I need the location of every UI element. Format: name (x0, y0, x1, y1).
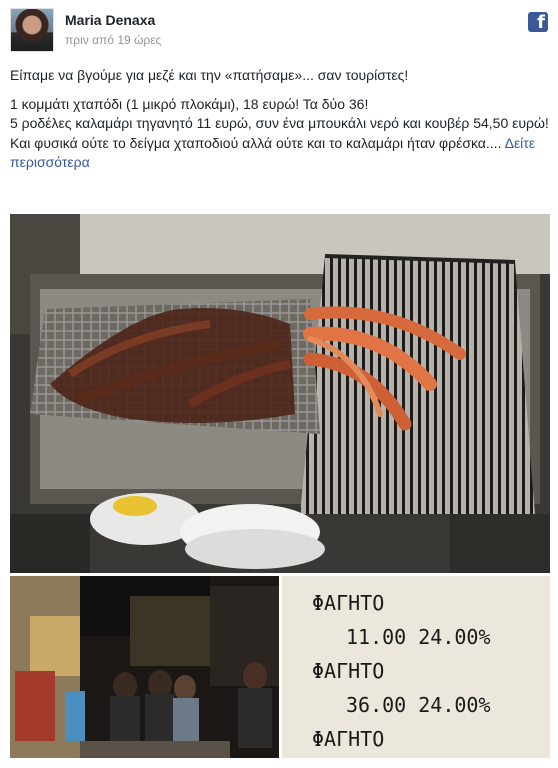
receipt-line: 36.00 24.00% (346, 693, 491, 717)
post-paragraph: Είπαμε να βγούμε για μεζέ και την «πατήσ… (10, 67, 409, 83)
post-paragraph: 5 ροδέλες καλαμάρι τηγανητό 11 ευρώ, συν… (10, 115, 549, 131)
facebook-logo-icon: f (528, 12, 548, 32)
post-header: Maria Denaxa πριν από 19 ώρες f (10, 8, 550, 54)
receipt-text: ΦΑΓΗΤΟ 11.00 24.00% ΦΑΓΗΤΟ 36.00 24.00% … (312, 586, 491, 756)
post-text: Είπαμε να βγούμε για μεζέ και την «πατήσ… (10, 66, 550, 173)
receipt-line: ΦΑΓΗΤΟ (312, 659, 385, 683)
post-paragraph-text: Και φυσικά ούτε το δείγμα χταποδιού αλλά… (10, 134, 502, 151)
author-name[interactable]: Maria Denaxa (65, 12, 155, 28)
receipt-photo[interactable]: ΦΑΓΗΤΟ 11.00 24.00% ΦΑΓΗΤΟ 36.00 24.00% … (282, 576, 550, 758)
street-photo[interactable] (10, 576, 279, 758)
right-grate (300, 254, 535, 514)
receipt-line: ΦΑΓΗΤΟ (312, 591, 385, 615)
avatar[interactable] (10, 8, 54, 52)
post-paragraph: 1 κομμάτι χταπόδι (1 μικρό πλοκάμι), 18 … (10, 95, 369, 112)
left-grill-basket (30, 299, 320, 434)
grill-photo[interactable] (10, 214, 550, 573)
receipt-line: ΦΑΓΗΤΟ (312, 727, 385, 751)
post-timestamp[interactable]: πριν από 19 ώρες (65, 33, 161, 47)
post-paragraph: Και φυσικά ούτε το δείγμα χταποδιού αλλά… (10, 134, 550, 173)
receipt-line: 11.00 24.00% (346, 625, 491, 649)
grill-illustration (10, 214, 550, 573)
street-illustration (10, 576, 279, 758)
